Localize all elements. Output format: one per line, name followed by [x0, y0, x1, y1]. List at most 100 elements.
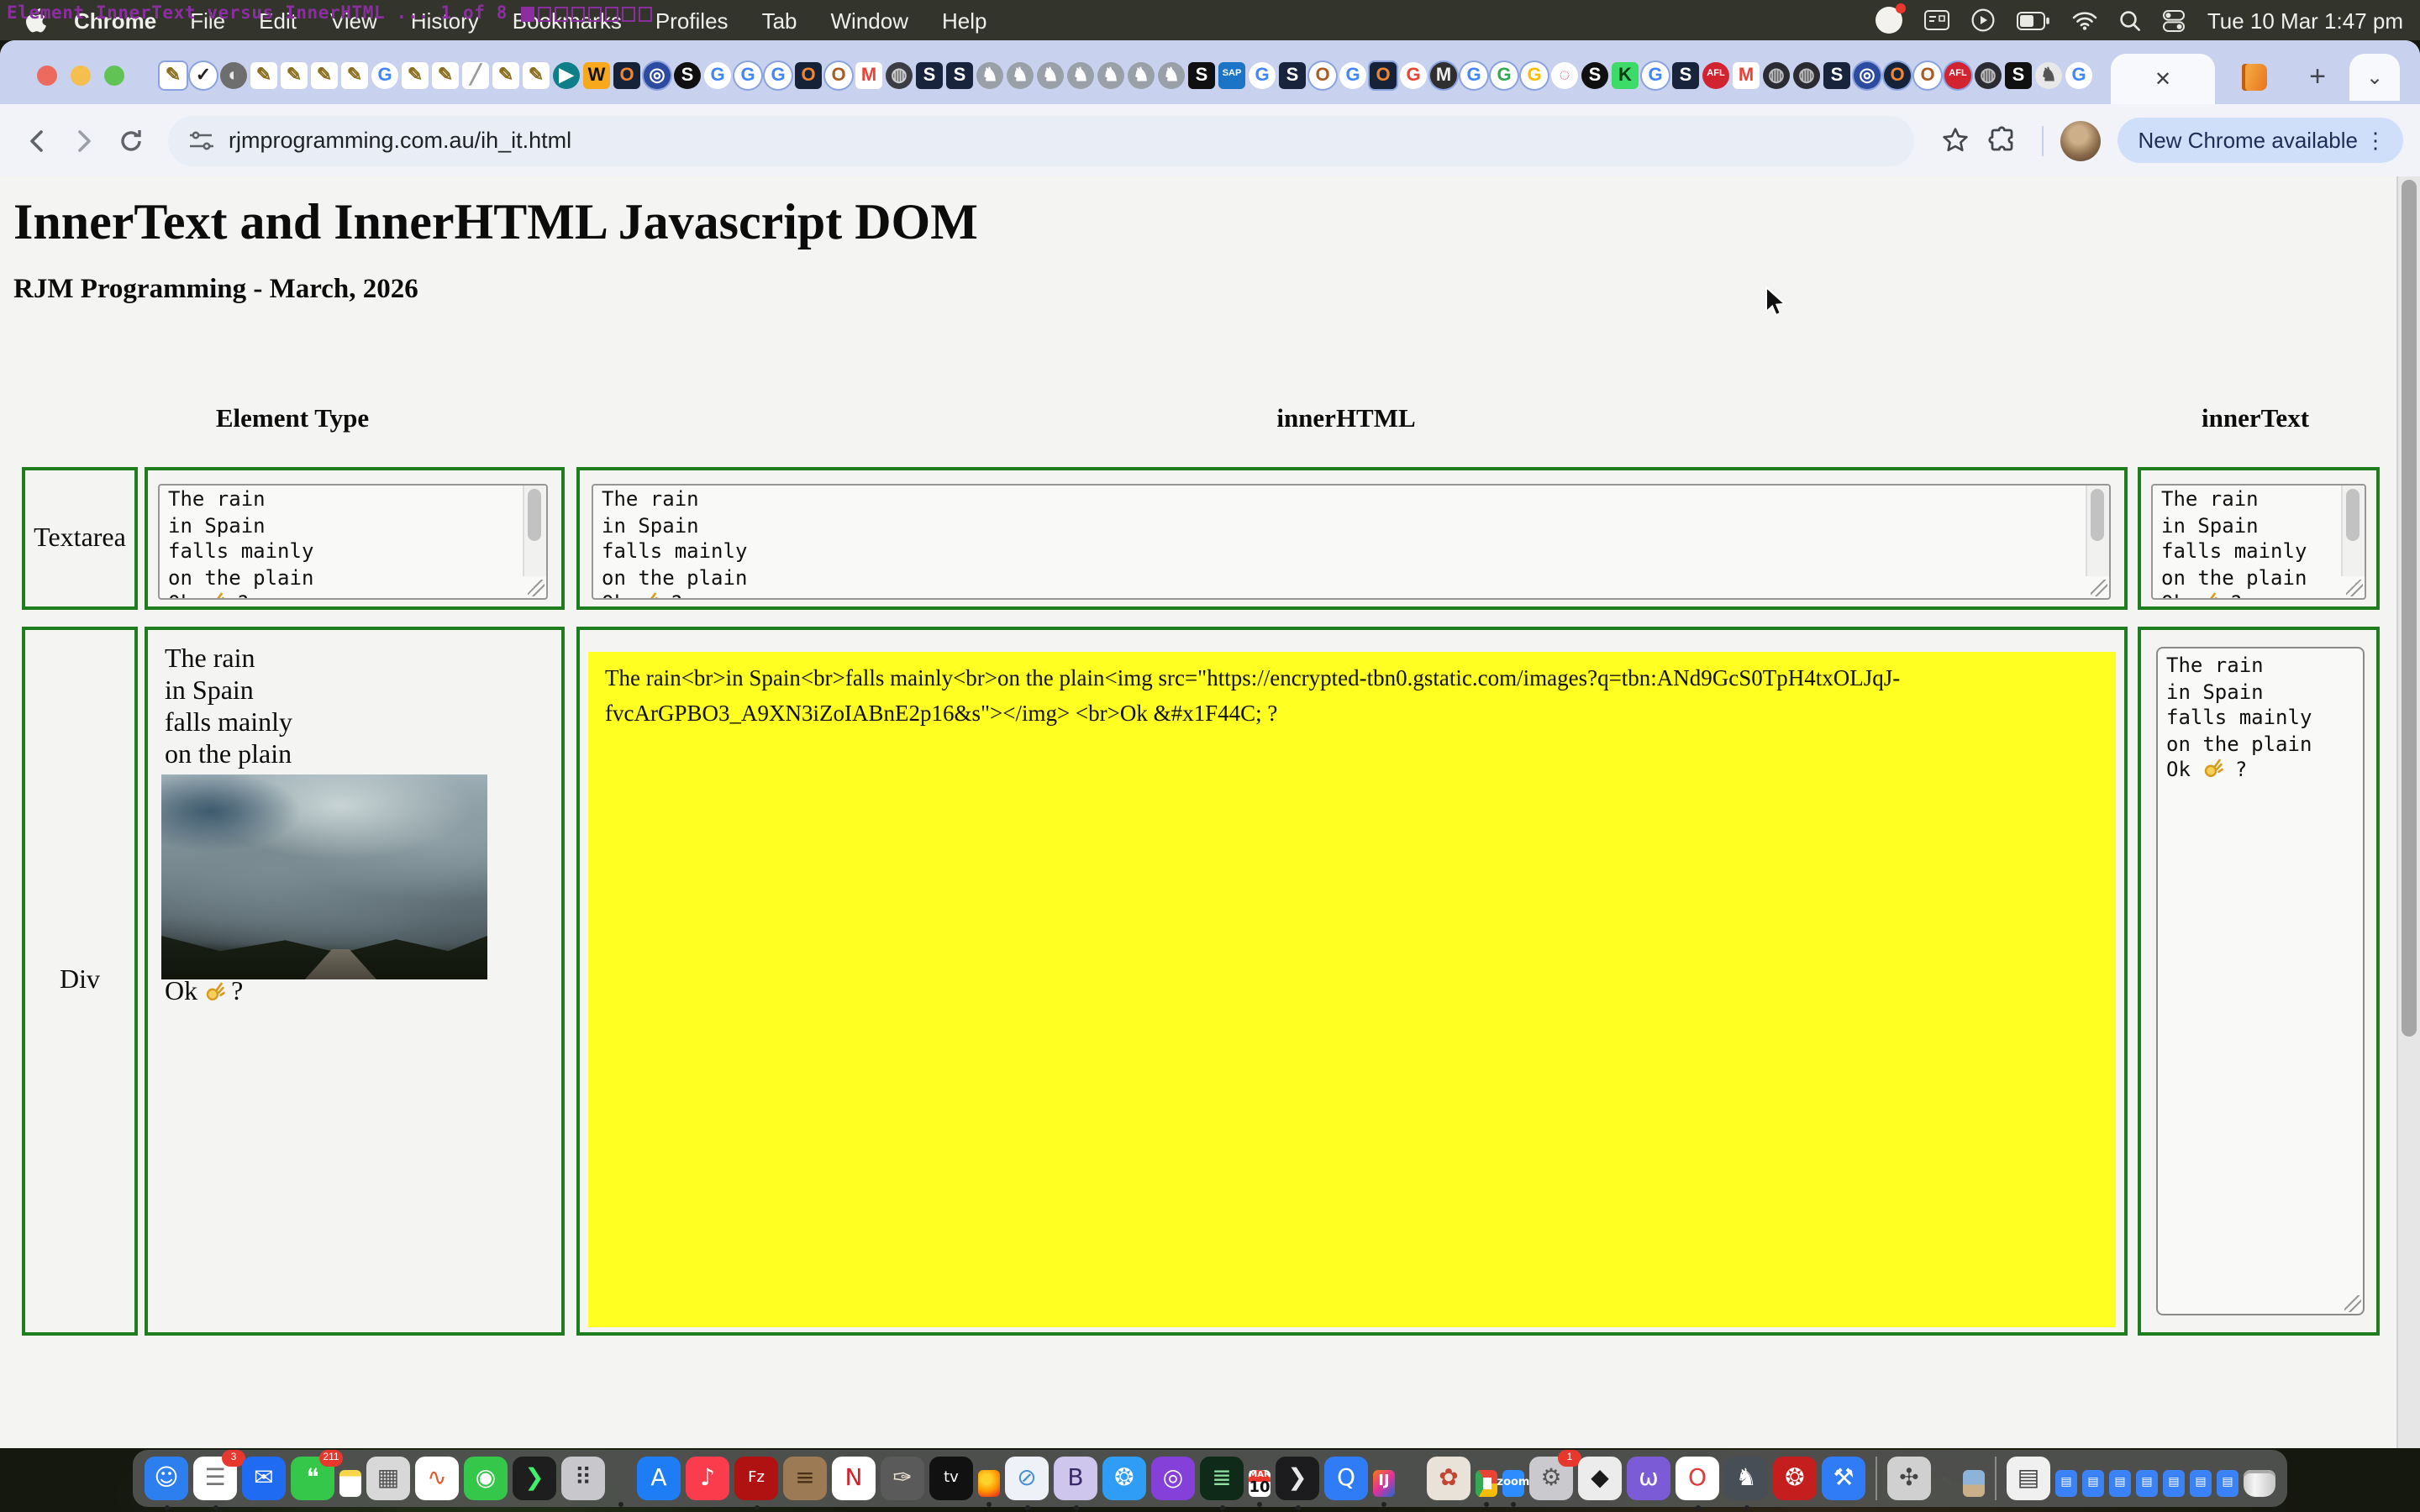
- pinned-tab-favicon[interactable]: S: [1672, 62, 1699, 89]
- pinned-tab-favicon[interactable]: M: [1430, 62, 1457, 89]
- menu-profiles[interactable]: Profiles: [639, 8, 745, 33]
- pinned-tab-favicon[interactable]: G: [1339, 62, 1366, 89]
- chrome-update-button[interactable]: New Chrome available ⋮: [2118, 118, 2403, 163]
- innerhtml-highlight-box[interactable]: The rain<br>in Spain<br>falls mainly<br>…: [588, 652, 2116, 1327]
- dock-minidoc-icon[interactable]: ▤: [2109, 1469, 2131, 1496]
- pinned-tab-favicon[interactable]: ♞: [1037, 62, 1064, 89]
- keyboard-switcher-icon[interactable]: [1925, 10, 1950, 30]
- pinned-tab-favicon[interactable]: ✎: [250, 62, 277, 89]
- scrollbar-thumb[interactable]: [2346, 489, 2360, 542]
- dock-filezilla-icon[interactable]: Fz: [734, 1457, 778, 1500]
- dock-printer-icon[interactable]: ▤: [2007, 1457, 2050, 1500]
- pinned-tab-favicon[interactable]: ✎: [432, 62, 459, 89]
- reload-button[interactable]: [108, 117, 155, 164]
- resize-handle-icon[interactable]: [2091, 580, 2107, 596]
- pinned-tab-favicon[interactable]: ♞: [1097, 62, 1124, 89]
- dock-calendar-icon[interactable]: 10: [1249, 1469, 1270, 1496]
- pinned-tab-favicon[interactable]: G: [734, 62, 761, 89]
- now-playing-icon[interactable]: [1972, 8, 1996, 32]
- dock-mail-icon[interactable]: ✉: [242, 1457, 286, 1500]
- resize-handle-icon[interactable]: [2346, 580, 2363, 596]
- page-scrollbar-thumb[interactable]: [2402, 180, 2417, 1037]
- pinned-tab-favicon[interactable]: G: [704, 62, 731, 89]
- dock-launchpad-icon[interactable]: ▦: [366, 1457, 410, 1500]
- pinned-tab-favicon[interactable]: ◐: [220, 62, 247, 89]
- scrollbar-thumb[interactable]: [2091, 489, 2104, 542]
- dock-waveform-icon[interactable]: ∿: [415, 1457, 459, 1500]
- dock-gimp-icon[interactable]: ✑: [881, 1457, 924, 1500]
- dock-appstore-icon[interactable]: A: [637, 1457, 681, 1500]
- pinned-tab-favicon[interactable]: S: [1581, 62, 1608, 89]
- window-zoom-button[interactable]: [104, 66, 124, 86]
- dock-firefox-icon[interactable]: [978, 1469, 1000, 1496]
- bookmark-star-icon[interactable]: [1931, 117, 1978, 164]
- pinned-tab-favicon[interactable]: AFL: [1944, 62, 1971, 89]
- dock-paint-icon[interactable]: ✿: [1427, 1457, 1470, 1500]
- page-scrollbar[interactable]: [2396, 176, 2420, 1448]
- dock-doc-icon[interactable]: [1400, 1469, 1422, 1496]
- pinned-tab-favicon[interactable]: AFL: [1702, 62, 1729, 89]
- resize-handle-icon[interactable]: [2344, 1295, 2361, 1312]
- pinned-tab-favicon[interactable]: ◍: [1763, 62, 1790, 89]
- dock-minidoc-icon[interactable]: ▤: [2217, 1469, 2238, 1496]
- pinned-tab-favicon[interactable]: ✎: [281, 62, 308, 89]
- innertext-box[interactable]: The rainin Spainfalls mainlyon the plain…: [2156, 647, 2365, 1315]
- pinned-tab-favicon[interactable]: ◎: [1854, 62, 1881, 89]
- pinned-tab-favicon[interactable]: G: [1460, 62, 1487, 89]
- dock-leather-icon[interactable]: ≡: [783, 1457, 827, 1500]
- active-tab[interactable]: ✕: [2111, 54, 2215, 104]
- pinned-tab-favicon[interactable]: ◎: [644, 62, 671, 89]
- close-tab-icon[interactable]: ✕: [2154, 67, 2171, 91]
- dock-minidoc-icon[interactable]: ▤: [2136, 1469, 2158, 1496]
- pinned-tab-favicon[interactable]: O: [1914, 62, 1941, 89]
- dock-blocked-icon[interactable]: ⊘: [1005, 1457, 1049, 1500]
- wifi-icon[interactable]: [2073, 11, 2098, 29]
- pinned-tab-favicon[interactable]: S: [1188, 62, 1215, 89]
- forward-button[interactable]: [60, 117, 108, 164]
- dock-xcode-icon[interactable]: ⚒: [1822, 1457, 1865, 1500]
- dock-gauge-icon[interactable]: ❂: [1773, 1457, 1817, 1500]
- pinned-tab-favicon[interactable]: ✎: [311, 62, 338, 89]
- dock-notepencil-icon[interactable]: ✎: [1936, 1469, 1958, 1496]
- address-bar[interactable]: rjmprogramming.com.au/ih_it.html: [168, 115, 1914, 165]
- dock-appletv-icon[interactable]: tv: [929, 1457, 973, 1500]
- dock-podcasts-icon[interactable]: ◎: [1151, 1457, 1195, 1500]
- pinned-tab-favicon[interactable]: ◍: [886, 62, 913, 89]
- dock-zoomapp-icon[interactable]: zoom: [1502, 1469, 1524, 1496]
- new-tab-button[interactable]: +: [2296, 55, 2339, 99]
- pinned-tab-favicon[interactable]: ♞: [976, 62, 1003, 89]
- pinned-tab-favicon[interactable]: O: [795, 62, 822, 89]
- pinned-tab-favicon[interactable]: G: [765, 62, 792, 89]
- pinned-tab-favicon[interactable]: G: [1400, 62, 1427, 89]
- pinned-tab-favicon[interactable]: ✎: [160, 62, 187, 89]
- pinned-tab-favicon[interactable]: S: [1279, 62, 1306, 89]
- pinned-tab-favicon[interactable]: S: [2005, 62, 2032, 89]
- pinned-tab-favicon[interactable]: G: [1521, 62, 1548, 89]
- textarea-scrollbar[interactable]: [523, 486, 546, 576]
- dock-music-icon[interactable]: ♪: [686, 1457, 729, 1500]
- tab-orange-book[interactable]: [2228, 62, 2279, 91]
- pinned-tab-favicon[interactable]: S: [946, 62, 973, 89]
- pinned-tab-favicon[interactable]: W: [583, 62, 610, 89]
- url-text[interactable]: rjmprogramming.com.au/ih_it.html: [229, 128, 571, 153]
- pinned-tab-favicon[interactable]: G: [1642, 62, 1669, 89]
- dock-minidoc-icon[interactable]: ▤: [2082, 1469, 2104, 1496]
- pinned-tab-favicon[interactable]: ✎: [523, 62, 550, 89]
- dock-messages-icon[interactable]: ❝211: [291, 1457, 334, 1500]
- window-minimize-button[interactable]: [71, 66, 91, 86]
- dock-inkscape-icon[interactable]: ◆: [1578, 1457, 1622, 1500]
- dock-bapp-icon[interactable]: B: [1054, 1457, 1097, 1500]
- dock-opera-icon[interactable]: O: [1676, 1457, 1719, 1500]
- dock-trash-icon[interactable]: [2244, 1469, 2275, 1496]
- dock-intellij-icon[interactable]: IJ: [1373, 1469, 1395, 1496]
- pinned-tab-favicon[interactable]: G: [1491, 62, 1518, 89]
- dock-reminders-icon[interactable]: ☰3: [193, 1457, 237, 1500]
- dock-accessibility-icon[interactable]: ✣: [1887, 1457, 1931, 1500]
- back-button[interactable]: [13, 117, 60, 164]
- pinned-tab-favicon[interactable]: S: [1823, 62, 1850, 89]
- spotlight-search-icon[interactable]: [2120, 9, 2142, 31]
- pinned-tab-favicon[interactable]: ♞: [1007, 62, 1034, 89]
- dock-minidoc-icon[interactable]: ▤: [2163, 1469, 2185, 1496]
- dock-textedit-icon[interactable]: [610, 1469, 632, 1496]
- pinned-tab-favicon[interactable]: O: [1884, 62, 1911, 89]
